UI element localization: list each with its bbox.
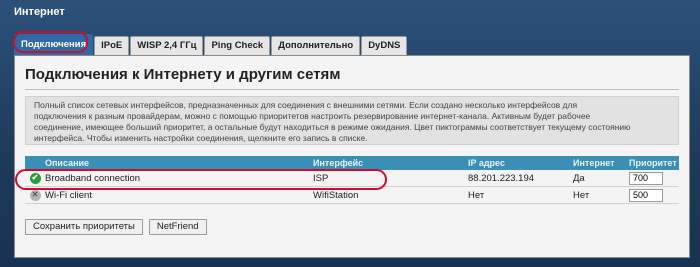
connections-panel: Подключения к Интернету и другим сетям П… xyxy=(14,55,690,258)
description-line: Полный список сетевых интерфейсов, предн… xyxy=(34,100,578,110)
table-row[interactable]: ✔ Broadband connection ISP 88.201.223.19… xyxy=(25,170,679,187)
tab-additional[interactable]: Дополнительно xyxy=(271,36,361,55)
divider xyxy=(25,89,679,90)
tab-wisp[interactable]: WISP 2,4 ГГц xyxy=(130,36,204,55)
tab-dydns[interactable]: DyDNS xyxy=(361,36,408,55)
description-line: подключения к разным провайдерам, можно … xyxy=(34,111,591,121)
priority-input[interactable] xyxy=(629,171,663,185)
tab-ipoe[interactable]: IPoE xyxy=(94,36,130,55)
tab-ping-check[interactable]: Ping Check xyxy=(204,36,271,55)
page-title: Подключения к Интернету и другим сетям xyxy=(25,66,341,83)
table-row[interactable]: ✕ Wi-Fi client WifiStation Нет Нет xyxy=(25,187,679,204)
save-priorities-button[interactable]: Сохранить приоритеты xyxy=(25,219,143,235)
header-ip: IP адрес xyxy=(468,158,505,168)
app-title: Интернет xyxy=(14,6,65,18)
connection-ip: Нет xyxy=(468,189,485,201)
x-circle-icon: ✕ xyxy=(29,189,41,201)
connection-interface: ISP xyxy=(313,172,329,184)
header-name: Описание xyxy=(45,158,90,168)
description-box: Полный список сетевых интерфейсов, предн… xyxy=(25,96,679,145)
tab-bar: Подключения IPoE WISP 2,4 ГГц Ping Check… xyxy=(14,33,408,55)
table-header: Описание Интерфейс IP адрес Интернет При… xyxy=(25,156,679,170)
description-line: интерфейса. Чтобы изменить настройки сое… xyxy=(34,133,368,143)
netfriend-button[interactable]: NetFriend xyxy=(148,219,207,235)
connection-internet: Нет xyxy=(573,189,590,201)
connection-ip: 88.201.223.194 xyxy=(468,172,535,184)
check-circle-icon: ✔ xyxy=(29,172,41,184)
header-priority: Приоритет xyxy=(629,158,677,168)
connection-name[interactable]: Wi-Fi client xyxy=(45,190,313,201)
button-bar: Сохранить приоритеты NetFriend xyxy=(25,219,207,235)
priority-input[interactable] xyxy=(629,188,663,202)
header-internet: Интернет xyxy=(573,158,615,168)
description-line: соединение, имеющее больший приоритет, а… xyxy=(34,122,631,132)
connection-interface: WifiStation xyxy=(313,189,359,201)
connection-name[interactable]: Broadband connection xyxy=(45,173,313,184)
tab-connections[interactable]: Подключения xyxy=(14,34,94,55)
connections-table: Описание Интерфейс IP адрес Интернет При… xyxy=(25,156,679,204)
header-interface: Интерфейс xyxy=(313,158,364,168)
connection-internet: Да xyxy=(573,172,585,184)
